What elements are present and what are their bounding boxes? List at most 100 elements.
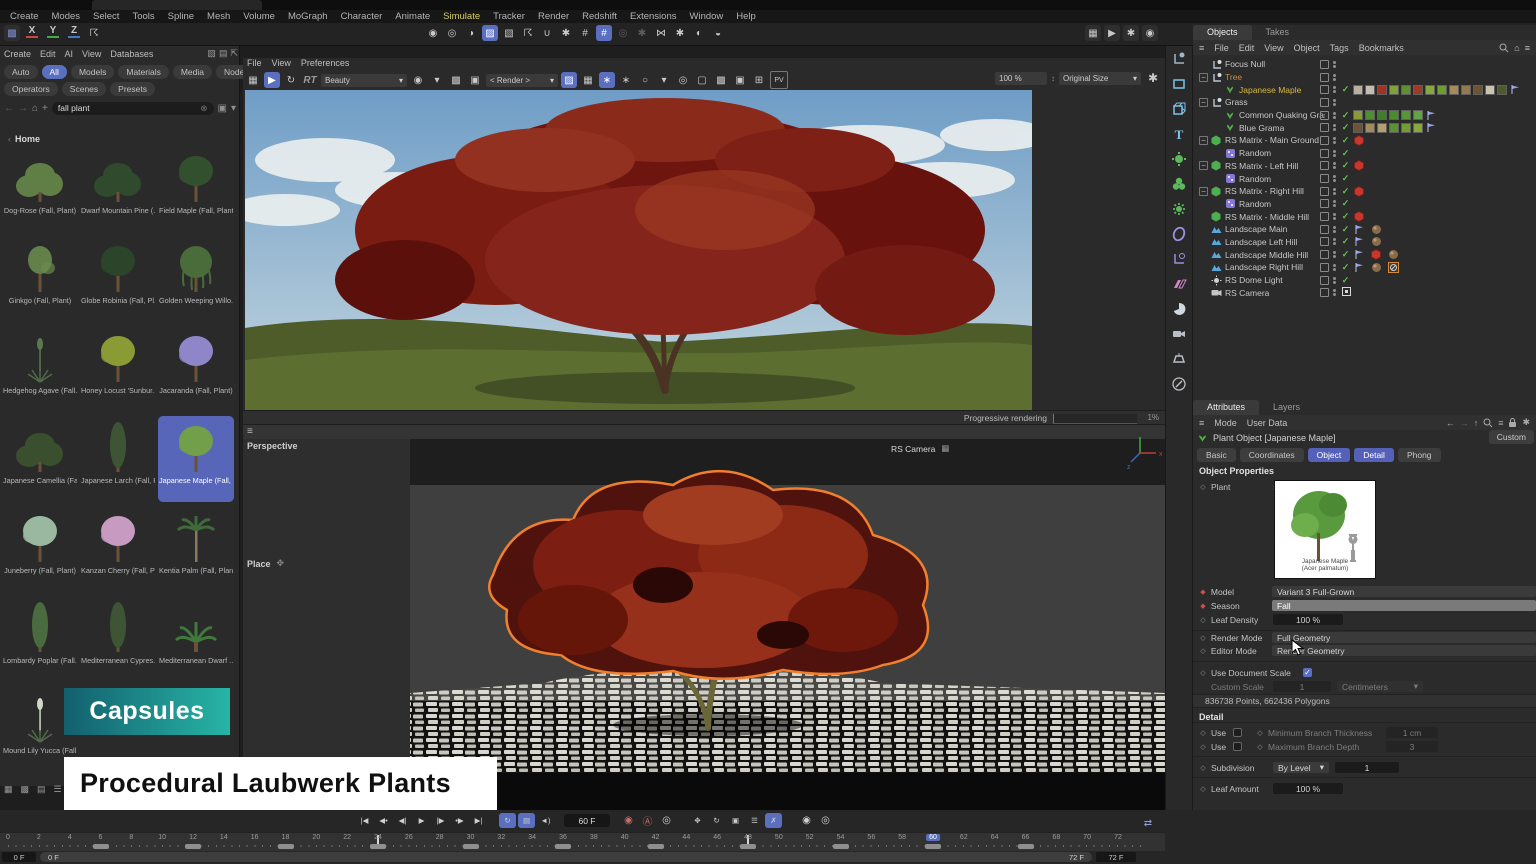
object-name[interactable]: Landscape Left Hill	[1225, 237, 1297, 247]
filter-scenes[interactable]: Scenes	[62, 82, 106, 96]
enabled-check-icon[interactable]: ✓	[1340, 148, 1351, 159]
compare-circle-icon[interactable]: ○	[637, 72, 653, 88]
timeline-marker[interactable]	[185, 844, 201, 849]
workplane-mode-icon[interactable]: ◒	[710, 25, 726, 41]
enabled-check-icon[interactable]: ✓	[1340, 122, 1351, 133]
visibility-dots[interactable]	[1333, 61, 1336, 68]
cube-primitive-icon[interactable]	[1169, 100, 1189, 118]
custom-button[interactable]: Custom	[1489, 430, 1534, 444]
material-swatch[interactable]	[1365, 123, 1375, 133]
grid-quantize-icon[interactable]: #	[577, 25, 593, 41]
record-pla-icon[interactable]: ◎	[817, 813, 834, 828]
layer-icon[interactable]	[1320, 250, 1329, 259]
start-ipr-icon[interactable]: ▶	[264, 72, 280, 88]
text-object-icon[interactable]: T	[1169, 125, 1189, 143]
filter-models[interactable]: Models	[71, 65, 114, 79]
modeling-cube-active-icon[interactable]: ▨	[482, 25, 498, 41]
timeline-marker[interactable]	[370, 844, 386, 849]
menu-mograph[interactable]: MoGraph	[288, 11, 328, 22]
timeline-marker[interactable]	[925, 844, 941, 849]
object-row[interactable]: Random✓	[1193, 198, 1536, 211]
enabled-check-icon[interactable]: ✓	[1340, 110, 1351, 121]
snap-disabled-gear-icon[interactable]: ✱	[634, 25, 650, 41]
material-swatch[interactable]	[1389, 85, 1399, 95]
save-image-icon[interactable]: ▣	[732, 72, 748, 88]
material-swatch[interactable]	[1497, 85, 1507, 95]
visibility-dots[interactable]	[1333, 99, 1336, 106]
pill-detail[interactable]: Detail	[1354, 448, 1394, 462]
camera-object-icon[interactable]	[1169, 325, 1189, 343]
forward-icon[interactable]: →	[18, 103, 28, 114]
pill-object[interactable]: Object	[1308, 448, 1351, 462]
asset-item[interactable]: Mediterranean Cypres...	[80, 596, 156, 682]
transform-icon[interactable]	[1169, 50, 1189, 68]
range-end-field[interactable]: 72 F	[1096, 852, 1136, 862]
phongsel-tag-icon[interactable]	[1387, 262, 1402, 273]
asset-item[interactable]: Hedgehog Agave (Fall...	[2, 326, 78, 412]
list-view-icon[interactable]: ☰	[54, 784, 62, 795]
back-arrow-icon[interactable]: ←	[1446, 418, 1455, 428]
filter-presets[interactable]: Presets	[110, 82, 155, 96]
viewport-camera-label[interactable]: RS Camera▦	[891, 443, 949, 454]
filter-materials[interactable]: Materials	[118, 65, 168, 79]
asset-item[interactable]: Dwarf Mountain Pine (...	[80, 146, 156, 232]
dropdown-icon[interactable]: ▾	[231, 103, 236, 114]
rs-tag-icon[interactable]	[1353, 135, 1368, 146]
object-row[interactable]: Blue Grama✓	[1193, 121, 1536, 134]
record-rotation-icon[interactable]: ↻	[708, 813, 725, 828]
asset-item[interactable]: Field Maple (Fall, Plant)	[158, 146, 234, 232]
range-start-field[interactable]: 0 F	[2, 852, 36, 862]
enabled-check-icon[interactable]: ✓	[1340, 224, 1351, 235]
play-icon[interactable]: ▶	[413, 813, 430, 828]
visibility-dots[interactable]	[1333, 162, 1336, 169]
rgb-channel-icon[interactable]: ◉	[410, 72, 426, 88]
editor-mode-dropdown[interactable]: Render Geometry	[1272, 645, 1536, 656]
autokey-active-icon[interactable]: ✗	[765, 813, 782, 828]
snapshot-a-icon[interactable]: ∗	[599, 72, 615, 88]
material-swatch[interactable]	[1389, 110, 1399, 120]
object-name[interactable]: Landscape Right Hill	[1225, 262, 1303, 272]
tab-takes[interactable]: Takes	[1252, 25, 1304, 40]
compare-dropdown-icon[interactable]: ▾	[656, 72, 672, 88]
rv-menu-view[interactable]: View	[272, 58, 291, 68]
layer-icon[interactable]	[1320, 73, 1329, 82]
filter-media[interactable]: Media	[173, 65, 212, 79]
renderview-settings-gear-icon[interactable]: ✱	[1145, 70, 1161, 86]
om-menu-view[interactable]: View	[1264, 43, 1283, 53]
material-swatch[interactable]	[1437, 85, 1447, 95]
ab-menu-view[interactable]: View	[82, 49, 101, 59]
object-name[interactable]: Landscape Middle Hill	[1225, 250, 1308, 260]
layer-icon[interactable]	[1320, 111, 1329, 120]
layer-icon[interactable]	[1320, 98, 1329, 107]
season-dropdown[interactable]: Fall	[1272, 600, 1536, 611]
material-swatch[interactable]	[1449, 85, 1459, 95]
display-tag-icon[interactable]	[1425, 122, 1440, 133]
visibility-dots[interactable]	[1333, 289, 1336, 296]
goto-end-icon[interactable]: ▶|	[470, 813, 487, 828]
material-swatch[interactable]	[1401, 110, 1411, 120]
autokey-icon[interactable]: Ⓐ	[639, 813, 656, 828]
object-row[interactable]: Random✓	[1193, 172, 1536, 185]
visibility-dots[interactable]	[1333, 175, 1336, 182]
object-row[interactable]: Japanese Maple✓	[1193, 83, 1536, 96]
leaf-density-field[interactable]: 100 %	[1273, 614, 1343, 625]
pill-phong[interactable]: Phong	[1398, 448, 1441, 462]
snapshot-b-icon[interactable]: ∗	[618, 72, 634, 88]
render-sphere-icon[interactable]: ◉	[1142, 25, 1158, 41]
breadcrumb[interactable]: ‹Home	[8, 134, 40, 144]
diagnostics-icon[interactable]: ▩	[713, 72, 729, 88]
material-swatch[interactable]	[1353, 85, 1363, 95]
add-image-icon[interactable]: ⊞	[751, 72, 767, 88]
visibility-dots[interactable]	[1333, 251, 1336, 258]
view-circle-dot-icon[interactable]: ◉	[425, 25, 441, 41]
size-dropdown[interactable]: Original Size▾	[1059, 72, 1141, 85]
up-arrow-icon[interactable]: ↑	[1474, 418, 1479, 428]
layer-icon[interactable]	[1320, 276, 1329, 285]
enabled-check-icon[interactable]: ✓	[1340, 160, 1351, 171]
record-params-icon[interactable]: ☰	[746, 813, 763, 828]
render-view-icon[interactable]: ▦	[1085, 25, 1101, 41]
attr-menu-icon[interactable]: ≡	[1199, 418, 1204, 428]
object-row[interactable]: −RS Matrix - Main Ground✓	[1193, 134, 1536, 147]
ab-menu-ai[interactable]: AI	[65, 49, 74, 59]
menu-render[interactable]: Render	[538, 11, 569, 22]
